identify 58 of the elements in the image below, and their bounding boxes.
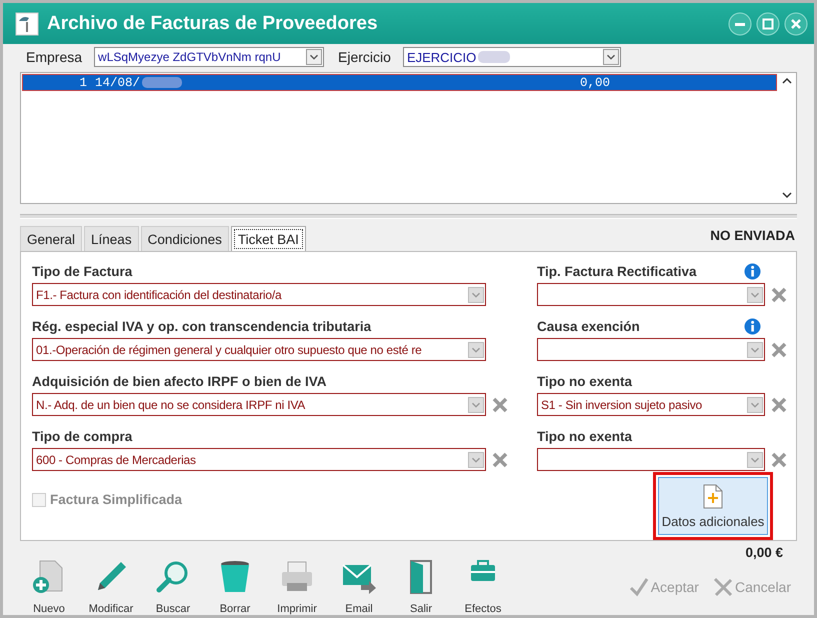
clear-icon[interactable] [492,396,508,412]
field-label: Causa exención [537,319,640,334]
clear-icon[interactable] [771,452,787,468]
checkmark-icon [628,577,649,597]
checkbox-label: Factura Simplificada [50,492,182,507]
tab[interactable]: Condiciones [140,226,229,251]
status-label: NO ENVIADA [710,228,795,243]
toolbar-button[interactable]: Salir [392,559,450,615]
info-icon[interactable] [744,318,761,335]
invoice-row[interactable]: 1 14/08/ 0,00 [22,74,777,91]
toolbar-button[interactable]: Buscar [144,559,202,615]
field-label: Tip. Factura Rectificativa [537,264,697,279]
app-icon [15,12,39,36]
field-label: Adquisición de bien afecto IRPF o bien de IVA [32,374,327,389]
scroll-up-icon[interactable] [782,77,792,85]
tab[interactable]: Líneas [84,226,139,251]
toolbar-button[interactable]: Nuevo [20,559,78,615]
field-label: Tipo no exenta [537,374,632,389]
dropdown-field[interactable]: 01.-Operación de régimen general y cualquier otro supuesto que no esté re [32,338,486,361]
window-title: Archivo de Facturas de Proveedores [47,12,379,34]
field-label: Tipo de compra [32,429,132,444]
briefcase-icon [469,559,497,583]
tab[interactable]: General [20,226,82,251]
toolbar-button[interactable]: Modificar [82,559,140,615]
clear-icon[interactable] [771,286,787,302]
dropdown-field[interactable] [537,338,765,361]
info-icon[interactable] [744,263,761,280]
ejercicio-dropdown[interactable]: EJERCICIO [402,47,621,67]
toolbar-button[interactable]: Borrar [206,559,264,615]
dropdown-field[interactable]: S1 - Sin inversion sujeto pasivo [537,393,765,416]
minimize-icon[interactable] [728,12,752,36]
toolbar-button[interactable]: Email [330,559,388,615]
chevron-icon[interactable] [306,49,322,65]
scroll-down-icon[interactable] [782,191,792,199]
clear-icon[interactable] [492,452,508,468]
empresa-dropdown[interactable]: wLSqMyezye ZdGTVbVnNm rqnU [94,47,324,67]
toolbar-button[interactable]: Imprimir [268,559,326,615]
total-amount: 0,00 € [745,545,783,562]
dropdown-field[interactable] [537,283,765,306]
cancel-icon [712,577,733,597]
empresa-label: Empresa [26,49,82,65]
dropdown-field[interactable] [537,448,765,471]
effects-button[interactable]: Efectos [454,559,512,615]
extra-data-button[interactable]: Datos adicionales [658,477,768,535]
tab[interactable]: Ticket BAI [230,226,306,252]
clear-icon[interactable] [771,342,787,358]
add-document-icon [703,484,723,508]
chevron-icon[interactable] [602,49,619,65]
close-icon[interactable] [784,12,808,36]
field-label: Tipo no exenta [537,429,632,444]
field-label: Tipo de Factura [32,264,132,279]
dropdown-field[interactable]: N.- Adq. de un bien que no se considera IRPF ni IVA [32,393,486,416]
maximize-icon[interactable] [756,12,780,36]
dropdown-field[interactable]: F1.- Factura con identificación del destinatario/a [32,283,486,306]
clear-icon[interactable] [771,396,787,412]
dropdown-field[interactable]: 600 - Compras de Mercaderias [32,448,486,471]
ejercicio-label: Ejercicio [338,49,391,65]
field-label: Rég. especial IVA y op. con transcendencia tributaria [32,319,372,334]
